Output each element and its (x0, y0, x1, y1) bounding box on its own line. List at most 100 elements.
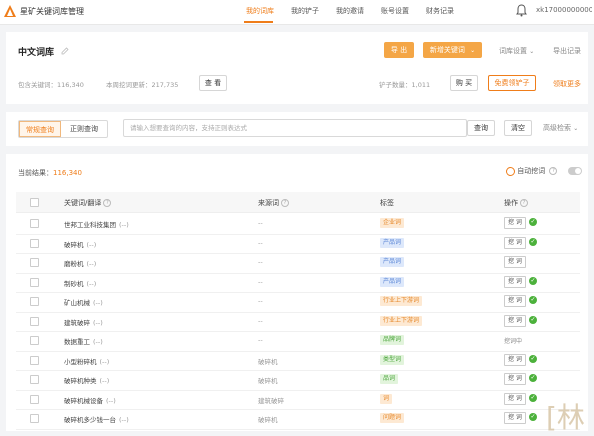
table-row: 制砂机 (--) -- 产品词 挖 词 ✓ (16, 273, 580, 293)
row-checkbox[interactable] (30, 316, 39, 326)
export-records-link[interactable]: 导出记录 (553, 46, 581, 56)
mine-keyword-button[interactable]: 挖 词 (504, 256, 526, 268)
mine-keyword-button[interactable]: 挖 词 (504, 353, 526, 366)
keyword-translation: (--) (106, 396, 116, 405)
table-row: 破碎机 (--) -- 产品词 挖 词 ✓ (16, 234, 580, 254)
keyword-translation: (--) (119, 416, 129, 424)
keyword-text[interactable]: 破碎机 (64, 241, 84, 249)
keyword-translation: (--) (99, 357, 110, 366)
source-cell: 破碎机 (258, 416, 278, 424)
mine-keyword-button[interactable]: 挖 词 (504, 314, 526, 327)
source-cell: 建筑破碎 (258, 396, 284, 405)
tag-badge: 类型词 (380, 354, 405, 365)
mine-keyword-button[interactable]: 挖 词 (504, 373, 526, 385)
keyword-cell: 矿山机械 (--) (64, 297, 103, 307)
keyword-translation: (--) (99, 377, 110, 385)
keyword-text[interactable]: 制砂机 (64, 280, 84, 288)
help-icon: ? (281, 199, 289, 207)
keyword-cell: 破碎机多少钱一台 (--) (64, 414, 129, 424)
mine-keyword-button[interactable]: 挖 词 (504, 392, 526, 405)
view-button[interactable]: 查 看 (199, 75, 227, 91)
active-nav-indicator (244, 21, 273, 23)
search-button[interactable]: 查询 (467, 120, 495, 136)
row-checkbox[interactable] (30, 238, 39, 248)
keyword-text[interactable]: 破碎机多少钱一台 (64, 416, 116, 424)
help-icon: ? (103, 199, 112, 207)
source-cell: 破碎机 (258, 357, 278, 366)
keyword-text[interactable]: 建筑破碎 (64, 319, 90, 327)
auto-mine-label: 自动挖词 (517, 167, 546, 175)
results-count: 当前结果：116,340 (18, 168, 82, 178)
add-keyword-label: 新增关键词 (429, 46, 465, 54)
tag-badge: 词 (380, 393, 393, 404)
top-nav-bar: 星矿关键词库管理 我的词库 我的铲子 我的邀请 账号设置 财务记录 xk1700… (0, 0, 594, 25)
nav-my-lexicon[interactable]: 我的词库 (246, 6, 274, 16)
buy-button[interactable]: 购 买 (450, 75, 478, 91)
settings-label: 词库设置 (499, 47, 527, 55)
source-cell: -- (258, 297, 263, 305)
keyword-translation: (--) (119, 221, 129, 229)
col-tag: 标签 (380, 199, 394, 207)
standard-query-tab[interactable]: 常规查询 (19, 121, 61, 137)
nav-finance-records[interactable]: 财务记录 (426, 6, 454, 16)
check-icon: ✓ (529, 374, 537, 382)
mine-keyword-button[interactable]: 挖 词 (504, 236, 526, 249)
mine-keyword-button[interactable]: 挖 词 (504, 217, 526, 229)
advanced-search-link[interactable]: 高级检索 ⌄ (543, 123, 578, 133)
mining-status: 挖词中 (504, 338, 523, 345)
tag-badge: 品牌词 (380, 335, 405, 345)
row-checkbox[interactable] (30, 355, 39, 365)
user-account[interactable]: xk1700000000000 (536, 6, 592, 14)
mine-keyword-button[interactable]: 挖 词 (504, 412, 526, 424)
keyword-text[interactable]: 破碎机械设备 (64, 397, 103, 405)
keyword-text[interactable]: 磨粉机 (64, 260, 84, 268)
export-button[interactable]: 导 出 (384, 42, 414, 58)
tag-badge: 产品词 (380, 276, 405, 287)
regex-query-tab[interactable]: 正则查询 (61, 121, 107, 137)
collect-more-link[interactable]: 领取更多 (553, 79, 581, 89)
lexicon-settings-link[interactable]: 词库设置 ⌄ (499, 46, 534, 56)
keyword-cell: 破碎机械设备 (--) (64, 395, 116, 405)
source-cell: -- (258, 258, 263, 266)
source-cell: -- (258, 336, 263, 344)
auto-mine-control: 自动挖词 ? (506, 166, 558, 176)
nav-my-shovels[interactable]: 我的铲子 (291, 6, 319, 16)
source-cell: -- (258, 238, 263, 247)
edit-icon[interactable] (61, 47, 69, 55)
table-row: 矿山机械 (--) -- 行业上下游词 挖 词 ✓ (16, 292, 580, 313)
row-checkbox[interactable] (30, 375, 39, 384)
select-all-checkbox[interactable] (30, 198, 39, 207)
row-checkbox[interactable] (30, 394, 39, 404)
keyword-text[interactable]: 世邦工业科技集团 (64, 221, 116, 229)
results-label: 当前结果： (18, 169, 53, 177)
mine-keyword-button[interactable]: 挖 词 (504, 295, 526, 307)
tag-badge: 企业词 (380, 218, 405, 228)
row-checkbox[interactable] (30, 297, 39, 306)
help-icon: ? (520, 199, 528, 207)
mine-keyword-button[interactable]: 挖 词 (504, 275, 526, 288)
clear-button[interactable]: 清空 (504, 120, 532, 136)
search-input[interactable] (123, 119, 467, 137)
auto-mine-toggle[interactable] (568, 167, 582, 175)
col-action-label: 操作 (504, 199, 518, 207)
row-checkbox[interactable] (30, 258, 39, 267)
free-shovel-button[interactable]: 免费领铲子 (488, 75, 536, 91)
keyword-text[interactable]: 破碎机种类 (64, 377, 97, 385)
lexicon-header-card: 中文词库 导 出 新增关键词 ⌄ 词库设置 ⌄ 导出记录 包含关键词：116,3… (6, 32, 588, 104)
keyword-cell: 破碎机 (--) (64, 239, 96, 249)
nav-my-invites[interactable]: 我的邀请 (336, 6, 364, 16)
results-card: 当前结果：116,340 自动挖词 ? 关键词/翻译? 来源词? 标签 操作? … (6, 154, 588, 431)
tag-badge: 产品词 (380, 257, 405, 267)
keyword-text[interactable]: 小型粉碎机 (64, 358, 97, 366)
add-keyword-button[interactable]: 新增关键词 ⌄ (423, 42, 482, 58)
row-checkbox[interactable] (30, 219, 39, 228)
keyword-text[interactable]: 矿山机械 (64, 299, 90, 307)
row-checkbox[interactable] (30, 277, 39, 287)
bell-icon[interactable] (516, 4, 527, 17)
keyword-cell: 制砂机 (--) (64, 278, 96, 288)
nav-account-settings[interactable]: 账号设置 (381, 6, 409, 16)
row-checkbox[interactable] (30, 414, 39, 423)
row-checkbox[interactable] (30, 336, 39, 345)
keyword-text[interactable]: 数据重工 (64, 338, 90, 346)
shovel-count: 铲子数量：1,011 (379, 81, 431, 89)
